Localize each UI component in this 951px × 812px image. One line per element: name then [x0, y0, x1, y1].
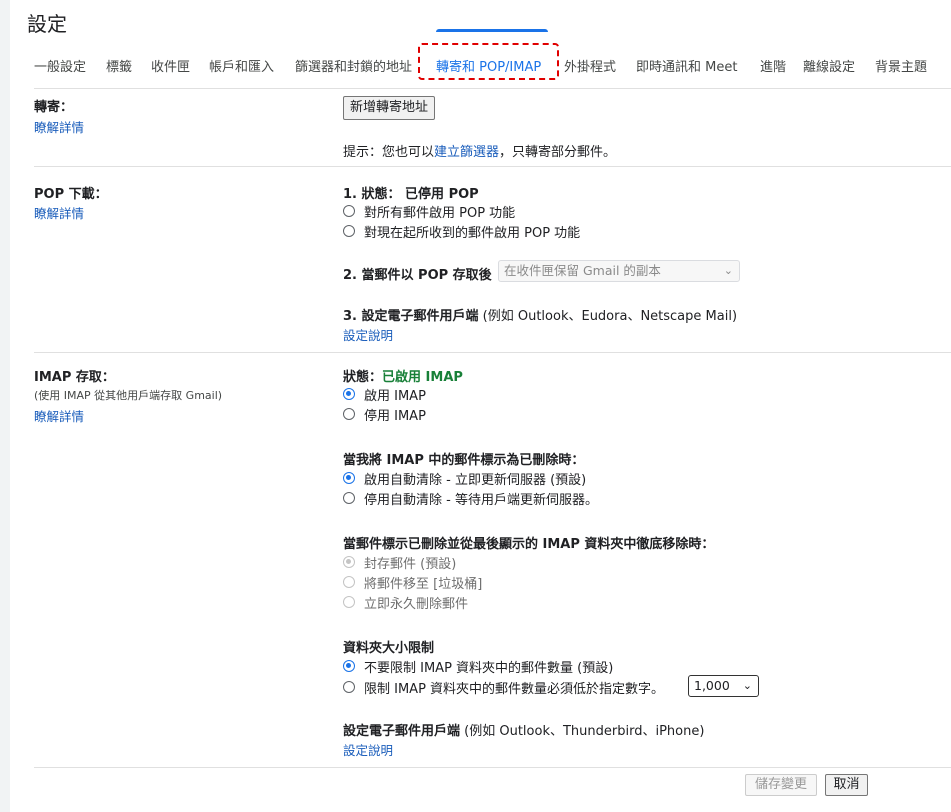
section-divider — [34, 166, 951, 167]
no-limit-radio[interactable] — [343, 660, 355, 672]
pop-enable-now-option[interactable]: 對現在起所收到的郵件啟用 POP 功能 — [343, 221, 580, 241]
delete-forever-label: 立即永久刪除郵件 — [364, 596, 469, 612]
pop-enable-now-radio[interactable] — [343, 225, 355, 237]
no-limit-option[interactable]: 不要限制 IMAP 資料夾中的郵件數量 (預設) — [343, 656, 613, 676]
imap-deleted-heading: 當我將 IMAP 中的郵件標示為已刪除時： — [343, 453, 585, 468]
pop-enable-all-option[interactable]: 對所有郵件啟用 POP 功能 — [343, 201, 515, 221]
auto-expunge-off-option[interactable]: 停用自動清除 - 等待用戶端更新伺服器。 — [343, 488, 598, 508]
limit-label: 限制 IMAP 資料夾中的郵件數量必須低於指定數字。 — [364, 681, 665, 697]
active-tab-indicator — [436, 29, 548, 32]
forwarding-learn-more-link[interactable]: 瞭解詳情 — [34, 117, 84, 136]
imap-config-instructions-link[interactable]: 設定說明 — [343, 740, 393, 759]
save-changes-button[interactable]: 儲存變更 — [745, 774, 817, 796]
pop-action-value: 在收件匣保留 Gmail 的副本 — [504, 263, 661, 278]
tab-addons[interactable]: 外掛程式 — [564, 56, 616, 75]
imap-status: 狀態：已啟用 IMAP — [343, 366, 463, 385]
archive-label: 封存郵件 (預設) — [364, 556, 457, 572]
imap-enable-option[interactable]: 啟用 IMAP — [343, 384, 426, 404]
imap-disable-label: 停用 IMAP — [364, 408, 426, 424]
tab-filters[interactable]: 篩選器和封鎖的地址 — [295, 56, 412, 75]
tab-accounts[interactable]: 帳戶和匯入 — [209, 56, 274, 75]
pop-enable-all-label: 對所有郵件啟用 POP 功能 — [364, 205, 516, 221]
delete-forever-radio[interactable] — [343, 596, 355, 608]
forwarding-tip-suffix: ，只轉寄部分郵件。 — [499, 145, 617, 160]
delete-forever-option[interactable]: 立即永久刪除郵件 — [343, 592, 468, 612]
imap-configure-suffix: (例如 Outlook、Thunderbird、iPhone) — [464, 724, 705, 739]
footer-divider — [34, 767, 951, 768]
imap-enable-radio[interactable] — [343, 388, 355, 400]
forwarding-tip-prefix: 提示：您也可以 — [343, 145, 435, 160]
pop-label: POP 下載： — [34, 187, 108, 202]
highlight-annotation — [418, 43, 559, 80]
pop-status-value: 已停用 POP — [405, 187, 479, 202]
imap-configure-label: 設定電子郵件用戶端 — [343, 724, 461, 739]
folder-limit-select[interactable]: 1,000 ⌄ — [688, 675, 759, 697]
tab-offline[interactable]: 離線設定 — [803, 56, 855, 75]
page-title: 設定 — [27, 12, 67, 36]
tab-general[interactable]: 一般設定 — [34, 56, 86, 75]
pop-status: 1. 狀態： 已停用 POP — [343, 183, 479, 202]
imap-sub-label: (使用 IMAP 從其他用戶端存取 Gmail) — [34, 389, 223, 402]
pop-enable-now-label: 對現在起所收到的郵件啟用 POP 功能 — [364, 225, 581, 241]
imap-disable-radio[interactable] — [343, 408, 355, 420]
no-limit-label: 不要限制 IMAP 資料夾中的郵件數量 (預設) — [364, 660, 614, 676]
tab-labels[interactable]: 標籤 — [106, 56, 132, 75]
pop-when-accessed-label: 2. 當郵件以 POP 存取後 — [343, 268, 492, 283]
pop-configure-text: 3. 設定電子郵件用戶端 (例如 Outlook、Eudora、Netscape… — [343, 305, 737, 324]
archive-radio[interactable] — [343, 556, 355, 568]
tab-inbox[interactable]: 收件匣 — [151, 56, 190, 75]
move-to-trash-option[interactable]: 將郵件移至 [垃圾桶] — [343, 572, 482, 592]
auto-expunge-on-label: 啟用自動清除 - 立即更新伺服器 (預設) — [364, 472, 587, 488]
create-filter-link[interactable]: 建立篩選器 — [434, 145, 499, 160]
pop-action-select[interactable]: 在收件匣保留 Gmail 的副本 ⌄ — [498, 260, 740, 282]
imap-learn-more-link[interactable]: 瞭解詳情 — [34, 406, 84, 425]
archive-option[interactable]: 封存郵件 (預設) — [343, 552, 456, 572]
limit-option[interactable]: 限制 IMAP 資料夾中的郵件數量必須低於指定數字。 — [343, 677, 664, 697]
pop-configure-label: 3. 設定電子郵件用戶端 — [343, 309, 479, 324]
section-divider — [34, 352, 951, 353]
tab-themes[interactable]: 背景主題 — [875, 56, 927, 75]
chevron-down-icon: ⌄ — [742, 679, 752, 692]
chevron-down-icon: ⌄ — [723, 264, 733, 277]
tab-chat-meet-label: 即時通訊和 Meet — [636, 60, 738, 75]
imap-status-prefix: 狀態： — [343, 370, 383, 385]
move-to-trash-label: 將郵件移至 [垃圾桶] — [364, 576, 483, 592]
tab-advanced[interactable]: 進階 — [760, 56, 786, 75]
move-to-trash-radio[interactable] — [343, 576, 355, 588]
imap-label: IMAP 存取： — [34, 370, 115, 385]
add-forwarding-address-button[interactable]: 新增轉寄地址 — [343, 96, 436, 120]
auto-expunge-on-radio[interactable] — [343, 472, 355, 484]
tabs-divider — [34, 88, 951, 89]
pop-enable-all-radio[interactable] — [343, 205, 355, 217]
left-rail — [0, 0, 10, 812]
imap-status-value: 已啟用 IMAP — [382, 370, 463, 385]
imap-enable-label: 啟用 IMAP — [364, 388, 426, 404]
pop-status-prefix: 1. 狀態： — [343, 187, 401, 202]
limit-radio[interactable] — [343, 681, 355, 693]
auto-expunge-off-radio[interactable] — [343, 492, 355, 504]
imap-configure-text: 設定電子郵件用戶端 (例如 Outlook、Thunderbird、iPhone… — [343, 720, 704, 739]
auto-expunge-on-option[interactable]: 啟用自動清除 - 立即更新伺服器 (預設) — [343, 468, 586, 488]
cancel-button[interactable]: 取消 — [825, 774, 868, 796]
imap-disable-option[interactable]: 停用 IMAP — [343, 404, 426, 424]
pop-config-instructions-link[interactable]: 設定說明 — [343, 325, 393, 344]
forwarding-label: 轉寄： — [34, 100, 74, 115]
folder-size-heading: 資料夾大小限制 — [343, 641, 435, 656]
tab-chat-meet[interactable]: 即時通訊和 Meet — [636, 56, 737, 75]
imap-expunge-heading: 當郵件標示已刪除並從最後顯示的 IMAP 資料夾中徹底移除時： — [343, 537, 715, 552]
pop-configure-suffix: (例如 Outlook、Eudora、Netscape Mail) — [482, 309, 738, 324]
forwarding-tip: 提示：您也可以建立篩選器，只轉寄部分郵件。 — [343, 141, 616, 160]
auto-expunge-off-label: 停用自動清除 - 等待用戶端更新伺服器。 — [364, 492, 598, 508]
pop-learn-more-link[interactable]: 瞭解詳情 — [34, 203, 84, 222]
folder-limit-value: 1,000 — [694, 678, 730, 693]
